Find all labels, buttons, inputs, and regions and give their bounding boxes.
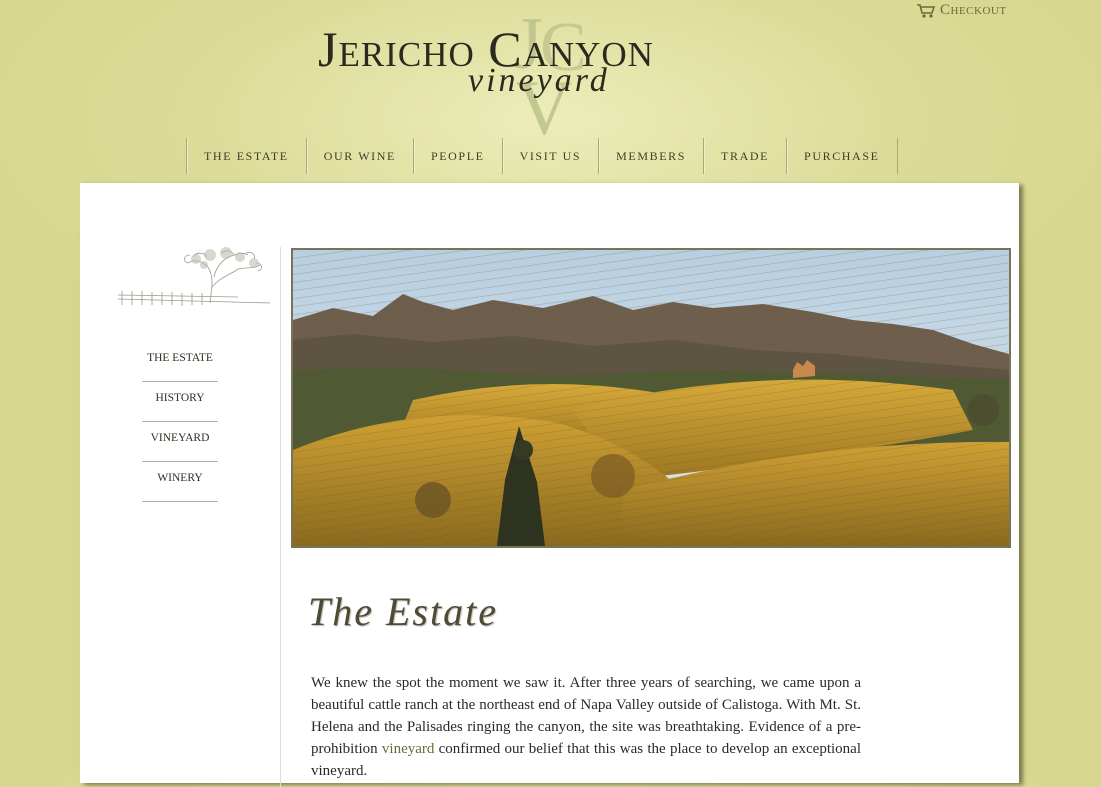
nav-item-the-estate[interactable]: The Estate bbox=[186, 138, 306, 174]
sidebar-item-winery[interactable]: Winery bbox=[142, 463, 218, 502]
sidebar: The Estate History Vineyard Winery bbox=[80, 183, 280, 783]
sidebar-item-the-estate[interactable]: The Estate bbox=[142, 343, 218, 382]
cart-icon bbox=[916, 3, 936, 19]
logo-subtitle: vineyard bbox=[468, 62, 610, 99]
site-logo[interactable]: J C V Jericho Canyon vineyard bbox=[318, 6, 788, 138]
nav-item-visit-us[interactable]: Visit Us bbox=[501, 138, 599, 174]
nav-item-trade[interactable]: Trade bbox=[703, 138, 786, 174]
sidebar-nav: The Estate History Vineyard Winery bbox=[142, 343, 218, 503]
oak-tree-illustration bbox=[118, 247, 270, 306]
page-title: The Estate bbox=[308, 589, 498, 634]
nav-item-members[interactable]: Members bbox=[598, 138, 703, 174]
estate-vineyard-photo bbox=[291, 248, 1011, 548]
nav-item-our-wine[interactable]: Our Wine bbox=[305, 138, 413, 174]
sidebar-item-vineyard[interactable]: Vineyard bbox=[142, 423, 218, 462]
nav-item-people[interactable]: People bbox=[412, 138, 502, 174]
checkout-link[interactable]: Checkout bbox=[916, 2, 1007, 19]
vineyard-link[interactable]: vineyard bbox=[382, 741, 434, 757]
sidebar-divider bbox=[280, 247, 281, 787]
nav-item-purchase[interactable]: Purchase bbox=[786, 138, 898, 174]
estate-intro-paragraph: We knew the spot the moment we saw it. A… bbox=[311, 672, 861, 782]
content-panel: The Estate History Vineyard Winery bbox=[80, 183, 1019, 787]
sidebar-item-history[interactable]: History bbox=[142, 383, 218, 422]
checkout-label: Checkout bbox=[940, 2, 1007, 18]
main-nav: The Estate Our Wine People Visit Us Memb… bbox=[186, 138, 898, 174]
